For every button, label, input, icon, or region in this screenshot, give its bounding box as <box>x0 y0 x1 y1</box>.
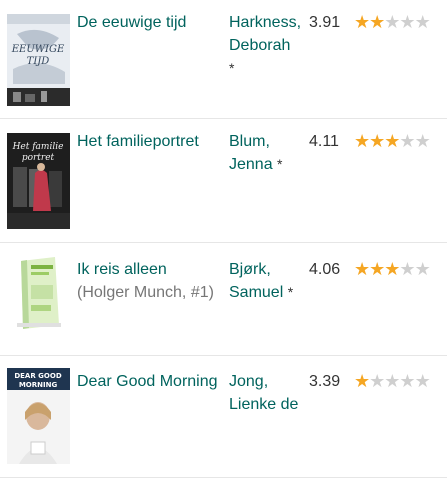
star-filled-icon[interactable]: ★ <box>384 131 400 151</box>
star-rating[interactable]: ★★★★★ <box>354 370 431 393</box>
star-empty-icon[interactable]: ★ <box>384 12 400 32</box>
star-empty-icon[interactable]: ★ <box>399 12 415 32</box>
author-name[interactable]: Harkness, Deborah <box>229 14 301 54</box>
book-title-link[interactable]: Het familieportret <box>77 130 222 153</box>
list-item: Ik reis alleen (Holger Munch, #1) Bjørk,… <box>0 243 447 356</box>
star-filled-icon[interactable]: ★ <box>384 259 400 279</box>
star-rating[interactable]: ★★★★★ <box>354 11 431 34</box>
book-title-link[interactable]: Dear Good Morning <box>77 370 222 393</box>
star-filled-icon[interactable]: ★ <box>354 131 370 151</box>
svg-text:DEAR GOOD: DEAR GOOD <box>14 372 61 380</box>
svg-text:TIJD: TIJD <box>27 56 50 67</box>
author-mark: * <box>277 156 283 172</box>
book-cover[interactable]: Het familie portret <box>7 133 70 229</box>
author-link[interactable]: Bjørk, Samuel * <box>229 258 309 304</box>
star-filled-icon[interactable]: ★ <box>354 12 370 32</box>
svg-text:portret: portret <box>22 153 55 163</box>
book-title-link[interactable]: Ik reis alleen (Holger Munch, #1) <box>77 258 222 304</box>
book-cover[interactable] <box>7 255 70 331</box>
author-link[interactable]: Jong, Lienke de <box>229 370 309 416</box>
list-item: Het familie portret Het familieportret B… <box>0 119 447 243</box>
list-item: EEUWIGE TIJD De eeuwige tijd Harkness, D… <box>0 0 447 119</box>
author-name[interactable]: Jong, Lienke de <box>229 373 298 413</box>
svg-text:MORNING: MORNING <box>19 381 58 389</box>
book-series[interactable]: (Holger Munch, #1) <box>77 284 214 301</box>
star-filled-icon[interactable]: ★ <box>369 12 385 32</box>
star-rating[interactable]: ★★★★★ <box>354 258 431 281</box>
book-cover-3-icon <box>7 255 70 331</box>
book-cover-1-icon: EEUWIGE TIJD <box>7 14 70 106</box>
avg-rating: 4.11 <box>309 133 339 150</box>
book-cover-2-icon: Het familie portret <box>7 133 70 229</box>
book-cover-4-icon: DEAR GOOD MORNING <box>7 368 70 464</box>
avg-rating: 3.91 <box>309 14 341 31</box>
book-list: EEUWIGE TIJD De eeuwige tijd Harkness, D… <box>0 0 447 478</box>
author-link[interactable]: Blum, Jenna * <box>229 130 309 176</box>
author-mark: * <box>287 284 294 300</box>
star-rating[interactable]: ★★★★★ <box>354 130 431 153</box>
avg-rating: 3.39 <box>309 373 341 390</box>
book-title-link[interactable]: De eeuwige tijd <box>77 11 222 34</box>
author-mark: * <box>229 60 235 76</box>
star-filled-icon[interactable]: ★ <box>369 259 385 279</box>
book-title[interactable]: Het familieportret <box>77 133 199 150</box>
star-empty-icon[interactable]: ★ <box>415 371 431 391</box>
book-cover[interactable]: EEUWIGE TIJD <box>7 14 70 106</box>
star-filled-icon[interactable]: ★ <box>354 371 370 391</box>
star-empty-icon[interactable]: ★ <box>384 371 400 391</box>
svg-text:EEUWIGE: EEUWIGE <box>11 44 65 55</box>
avg-rating: 4.06 <box>309 261 341 278</box>
star-empty-icon[interactable]: ★ <box>369 371 385 391</box>
star-empty-icon[interactable]: ★ <box>415 131 431 151</box>
star-empty-icon[interactable]: ★ <box>399 259 415 279</box>
author-name[interactable]: Blum, Jenna <box>229 133 273 173</box>
book-title[interactable]: De eeuwige tijd <box>77 14 186 31</box>
svg-text:Het familie: Het familie <box>12 142 64 152</box>
star-filled-icon[interactable]: ★ <box>354 259 370 279</box>
star-empty-icon[interactable]: ★ <box>399 131 415 151</box>
book-title[interactable]: Dear Good Morning <box>77 373 218 390</box>
book-title[interactable]: Ik reis alleen <box>77 261 167 278</box>
star-empty-icon[interactable]: ★ <box>399 371 415 391</box>
list-item: DEAR GOOD MORNING Dear Good Morning Jong… <box>0 356 447 478</box>
book-cover[interactable]: DEAR GOOD MORNING <box>7 368 70 464</box>
author-name[interactable]: Bjørk, Samuel <box>229 261 283 301</box>
star-filled-icon[interactable]: ★ <box>369 131 385 151</box>
star-empty-icon[interactable]: ★ <box>415 259 431 279</box>
author-link[interactable]: Harkness, Deborah * <box>229 11 309 80</box>
star-empty-icon[interactable]: ★ <box>415 12 431 32</box>
